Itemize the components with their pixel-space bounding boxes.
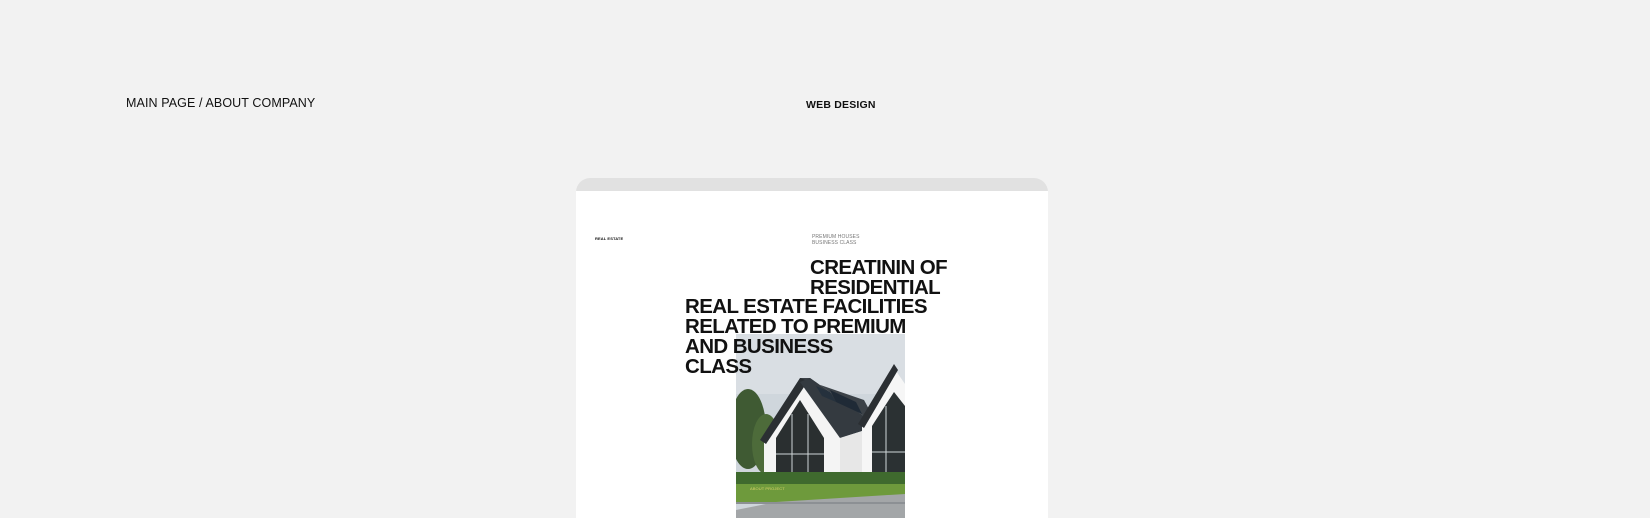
tagline-line: BUSINESS CLASS bbox=[812, 239, 857, 246]
mockup-headline-main: REAL ESTATE FACILITIES RELATED TO PREMIU… bbox=[685, 295, 928, 378]
headline-line: CLASS bbox=[685, 355, 752, 378]
website-mockup: REAL ESTATE PREMIUM HOUSES BUSINESS CLAS… bbox=[576, 178, 1048, 518]
headline-line: REAL ESTATE FACILITIES bbox=[685, 295, 928, 318]
project-category: WEB DESIGN bbox=[806, 99, 876, 111]
photo-caption[interactable]: ABOUT PROJECT bbox=[750, 486, 785, 491]
mockup-top-bar bbox=[576, 178, 1048, 191]
headline-line: AND BUSINESS bbox=[685, 335, 833, 358]
mockup-headline-top: CREATININ OF RESIDENTIAL bbox=[810, 256, 948, 298]
mockup-tagline: PREMIUM HOUSES BUSINESS CLASS bbox=[812, 234, 860, 246]
headline-line: CREATININ OF bbox=[810, 256, 948, 279]
breadcrumb[interactable]: MAIN PAGE / ABOUT COMPANY bbox=[126, 96, 315, 110]
headline-line: RELATED TO PREMIUM bbox=[685, 315, 906, 338]
mockup-logo: REAL ESTATE bbox=[595, 236, 624, 241]
